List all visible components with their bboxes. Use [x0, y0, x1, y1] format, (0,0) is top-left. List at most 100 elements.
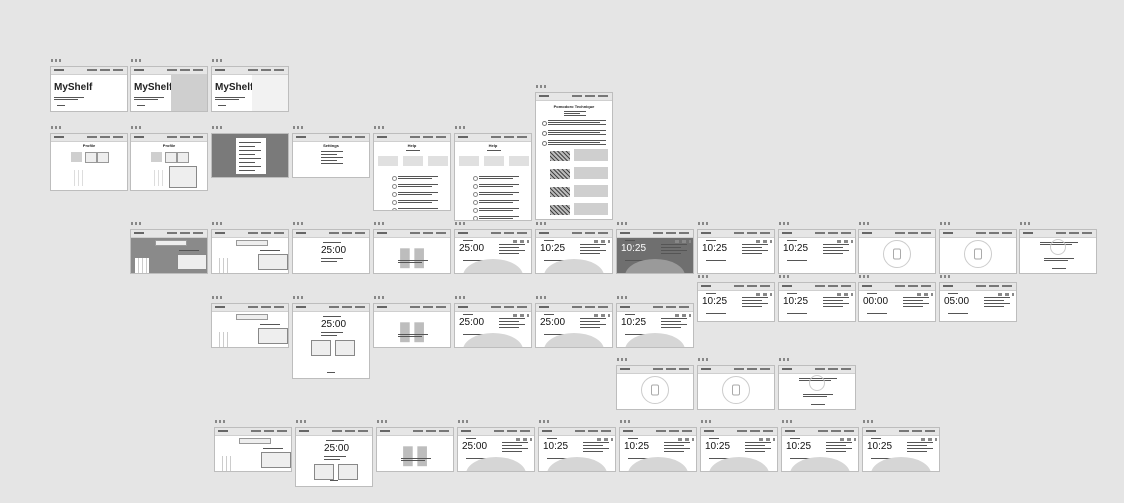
- nav-links[interactable]: [734, 285, 770, 287]
- control-icons[interactable]: [597, 438, 613, 441]
- nav-links[interactable]: [248, 232, 284, 234]
- control-icons[interactable]: [594, 240, 610, 243]
- nav-links[interactable]: [1056, 232, 1092, 234]
- frame-shelf[interactable]: [214, 420, 292, 472]
- control-icons[interactable]: [921, 438, 937, 441]
- control-icons[interactable]: [837, 293, 853, 296]
- control-icons[interactable]: [917, 293, 933, 296]
- frame-help[interactable]: Help: [454, 126, 532, 221]
- frame-timer-list[interactable]: 05:00: [939, 275, 1017, 322]
- frame-shelf[interactable]: [211, 222, 289, 274]
- nav-links[interactable]: [167, 69, 203, 71]
- control-icons[interactable]: [756, 293, 772, 296]
- nav-links[interactable]: [410, 232, 446, 234]
- nav-links[interactable]: [248, 306, 284, 308]
- frame-help[interactable]: Help: [373, 126, 451, 211]
- frame-timer-arc[interactable]: 25:00: [454, 222, 532, 274]
- frame-hero[interactable]: MyShelf: [211, 59, 289, 112]
- nav-links[interactable]: [815, 285, 851, 287]
- control-icons[interactable]: [759, 438, 775, 441]
- control-icons[interactable]: [840, 438, 856, 441]
- search-bar[interactable]: [155, 240, 187, 246]
- cta-line[interactable]: [137, 105, 145, 106]
- frame-circle[interactable]: [858, 222, 936, 274]
- frame-timer-arc[interactable]: 10:25: [862, 420, 940, 472]
- search-bar[interactable]: [236, 314, 268, 320]
- frame-timer-list[interactable]: 10:25: [778, 222, 856, 274]
- nav-links[interactable]: [572, 306, 608, 308]
- nav-links[interactable]: [572, 95, 608, 97]
- nav-links[interactable]: [491, 306, 527, 308]
- frame-article[interactable]: Pomodoro Technique: [535, 85, 613, 220]
- frame-timer-arc[interactable]: 10:25: [781, 420, 859, 472]
- cta-line[interactable]: [218, 105, 226, 106]
- control-icons[interactable]: [516, 438, 532, 441]
- nav-links[interactable]: [410, 136, 446, 138]
- nav-links[interactable]: [491, 136, 527, 138]
- frame-timer-arc[interactable]: 25:00: [454, 296, 532, 348]
- frame-timer-list[interactable]: 10:25: [697, 275, 775, 322]
- control-icons[interactable]: [837, 240, 853, 243]
- search-bar[interactable]: [236, 240, 268, 246]
- frame-circle[interactable]: [616, 358, 694, 410]
- nav-links[interactable]: [895, 232, 931, 234]
- control-icons[interactable]: [678, 438, 694, 441]
- control-icons[interactable]: [675, 240, 691, 243]
- frame-shelf-dark[interactable]: [130, 222, 208, 274]
- frame-timer-arc[interactable]: 10:25: [700, 420, 778, 472]
- nav-links[interactable]: [167, 232, 203, 234]
- frame-book[interactable]: ▮▮: [376, 420, 454, 472]
- control-icons[interactable]: [998, 293, 1014, 296]
- control-icons[interactable]: [513, 240, 529, 243]
- nav-links[interactable]: [656, 430, 692, 432]
- nav-links[interactable]: [976, 285, 1012, 287]
- frame-profile[interactable]: Profile: [50, 126, 128, 191]
- frame-book[interactable]: ▮▮: [373, 222, 451, 274]
- nav-links[interactable]: [87, 69, 123, 71]
- nav-links[interactable]: [737, 430, 773, 432]
- frame-timer-list[interactable]: 00:00: [858, 275, 936, 322]
- nav-links[interactable]: [734, 368, 770, 370]
- nav-links[interactable]: [329, 136, 365, 138]
- nav-links[interactable]: [815, 232, 851, 234]
- cta-line[interactable]: [57, 105, 65, 106]
- nav-links[interactable]: [248, 69, 284, 71]
- frame-timer-arc[interactable]: 25:00: [457, 420, 535, 472]
- nav-links[interactable]: [976, 232, 1012, 234]
- frame-menu[interactable]: [211, 126, 289, 178]
- nav-links[interactable]: [575, 430, 611, 432]
- nav-links[interactable]: [899, 430, 935, 432]
- control-icons[interactable]: [594, 314, 610, 317]
- nav-links[interactable]: [491, 232, 527, 234]
- nav-links[interactable]: [653, 368, 689, 370]
- frame-book[interactable]: ▮▮: [373, 296, 451, 348]
- nav-links[interactable]: [734, 232, 770, 234]
- frame-hero[interactable]: MyShelf: [130, 59, 208, 112]
- frame-timer-form[interactable]: 25:00: [295, 420, 373, 487]
- nav-links[interactable]: [329, 232, 365, 234]
- frame-timer-arc[interactable]: 10:25: [538, 420, 616, 472]
- frame-profile[interactable]: Profile: [130, 126, 208, 191]
- nav-links[interactable]: [815, 368, 851, 370]
- frame-shelf[interactable]: [211, 296, 289, 348]
- control-icons[interactable]: [756, 240, 772, 243]
- nav-links[interactable]: [251, 430, 287, 432]
- frame-timer-arc-dark[interactable]: 10:25: [616, 222, 694, 274]
- nav-links[interactable]: [818, 430, 854, 432]
- nav-links[interactable]: [329, 306, 365, 308]
- frame-timer-arc[interactable]: 10:25: [535, 222, 613, 274]
- frame-timer-arc[interactable]: 10:25: [619, 420, 697, 472]
- frame-circle[interactable]: [697, 358, 775, 410]
- nav-links[interactable]: [653, 306, 689, 308]
- frame-timer-list[interactable]: 10:25: [697, 222, 775, 274]
- frame-timer-form[interactable]: 25:00: [292, 296, 370, 379]
- nav-links[interactable]: [494, 430, 530, 432]
- nav-links[interactable]: [332, 430, 368, 432]
- nav-links[interactable]: [572, 232, 608, 234]
- nav-links[interactable]: [167, 136, 203, 138]
- frame-timer[interactable]: 25:00: [292, 222, 370, 274]
- nav-links[interactable]: [895, 285, 931, 287]
- control-icons[interactable]: [513, 314, 529, 317]
- frame-settings[interactable]: Settings: [292, 126, 370, 178]
- frame-timer-list[interactable]: 10:25: [778, 275, 856, 322]
